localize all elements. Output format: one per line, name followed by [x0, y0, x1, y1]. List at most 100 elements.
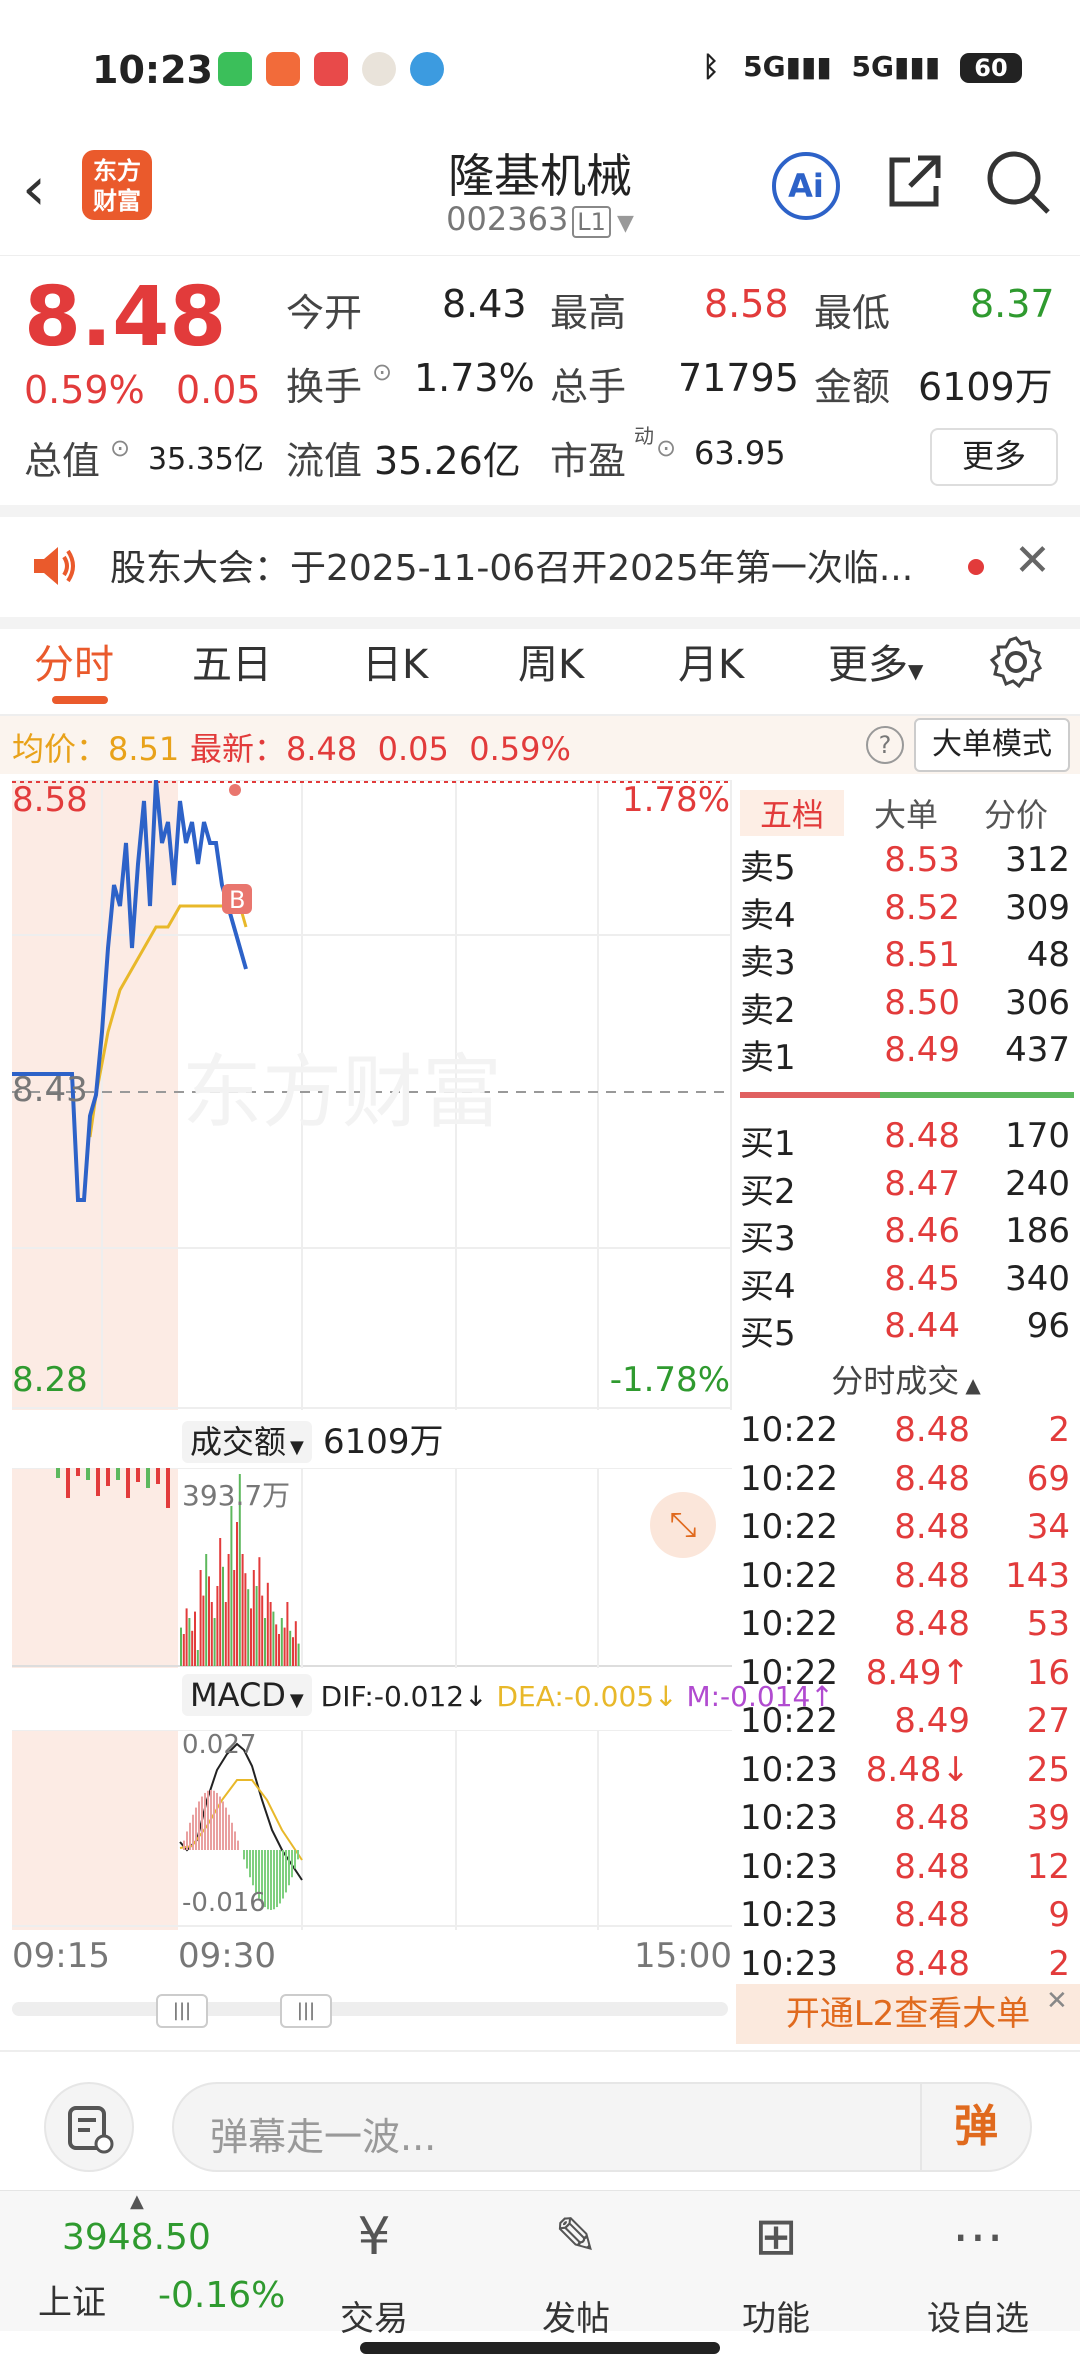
tab-daily[interactable]: 日K	[362, 632, 428, 690]
volume-bar	[297, 1643, 300, 1666]
tab-intraday[interactable]: 分时	[34, 632, 114, 690]
avg-price-bar: 均价：8.51 最新：8.48 0.05 0.59% ? 大单模式	[0, 716, 1080, 774]
bid-row[interactable]: 买3 8.46 186	[736, 1211, 1070, 1259]
time-label-close: 15:00	[634, 1936, 732, 1976]
danmu-input[interactable]: 弹幕走一波... 弹	[172, 2082, 1032, 2172]
trade-volume: 27	[1026, 1701, 1070, 1741]
browser-icon	[410, 52, 444, 86]
low-label: 最低	[814, 291, 891, 335]
bid-row[interactable]: 买4 8.45 340	[736, 1259, 1070, 1307]
home-indicator[interactable]	[360, 2342, 720, 2354]
macd-bar	[225, 1807, 227, 1850]
tab-trade[interactable]: 交易	[304, 2291, 444, 2340]
bid-row[interactable]: 买1 8.48 170	[736, 1116, 1070, 1164]
expand-icon[interactable]: ⤡	[650, 1492, 716, 1558]
index-pct[interactable]: -0.16%	[158, 2275, 285, 2316]
volume-selector[interactable]: 成交额 ▼ 6109万	[182, 1414, 443, 1463]
macd-bar	[267, 1850, 269, 1910]
tab-add-watchlist[interactable]: 设自选	[908, 2291, 1048, 2340]
info-icon[interactable]: ⊙	[110, 434, 130, 462]
volume-bar	[106, 1468, 110, 1486]
macd-bar	[282, 1850, 284, 1899]
macd-bar	[246, 1850, 248, 1869]
announcement-bar[interactable]: 股东大会：于2025-11-06召开2025年第一次临... ✕	[0, 505, 1080, 629]
trade-volume: 25	[1026, 1749, 1070, 1790]
ask-row[interactable]: 卖5 8.53 312	[736, 840, 1070, 888]
info-icon[interactable]: ⊙	[372, 358, 392, 386]
trade-price: 8.48	[894, 1846, 970, 1887]
post-icon[interactable]: ✎	[506, 2207, 646, 2267]
danmu-send-button[interactable]: 弹	[920, 2084, 1030, 2170]
volume-bar	[196, 1650, 199, 1666]
danmu-bar: 弹幕走一波... 弹	[0, 2050, 1080, 2184]
volume-bar	[252, 1570, 255, 1666]
macd-dif: DIF:-0.012↓	[320, 1680, 488, 1713]
volume-bars	[12, 1468, 732, 1668]
ask-row[interactable]: 卖4 8.52 309	[736, 888, 1070, 936]
volume-bar	[136, 1468, 140, 1482]
buy-marker-text: B	[229, 886, 245, 914]
volume-bar	[146, 1468, 150, 1488]
bid-row[interactable]: 买2 8.47 240	[736, 1164, 1070, 1212]
volume-bar	[156, 1468, 160, 1484]
trade-icon[interactable]: ¥	[304, 2207, 444, 2267]
tab-price-dist[interactable]: 分价	[984, 790, 1048, 836]
macd-bar	[216, 1792, 218, 1850]
big-order-mode-button[interactable]: 大单模式	[914, 718, 1070, 772]
volume-bar	[96, 1468, 100, 1496]
volume-bar	[66, 1468, 70, 1498]
trade-price: 8.48	[894, 1895, 970, 1935]
macd-selector[interactable]: MACD ▼	[182, 1674, 312, 1716]
y-mid-label: 8.43	[12, 1070, 88, 1110]
search-icon[interactable]	[984, 148, 1054, 218]
danmu-settings-icon[interactable]	[44, 2082, 134, 2172]
trade-volume: 12	[1026, 1846, 1070, 1887]
scroll-handle-left[interactable]: |||	[156, 1994, 208, 2028]
volume-bar	[185, 1608, 188, 1666]
chart-scrollbar[interactable]	[12, 2002, 728, 2016]
volume-bar	[261, 1595, 264, 1666]
volume-bar	[126, 1468, 130, 1498]
open-l2-button[interactable]: 开通L2查看大单	[736, 1984, 1080, 2044]
tab-big-orders[interactable]: 大单	[874, 790, 938, 836]
tab-more[interactable]: 更多▼	[828, 632, 923, 690]
bid-row[interactable]: 买5 8.44 96	[736, 1306, 1070, 1354]
more-dots-icon[interactable]: ⋯	[908, 2207, 1048, 2267]
index-value[interactable]: 3948.50	[62, 2217, 211, 2258]
share-icon[interactable]	[882, 150, 946, 214]
scroll-handle-right[interactable]: |||	[280, 1994, 332, 2028]
ai-assistant-button[interactable]: Ai	[772, 152, 840, 220]
tab-5day[interactable]: 五日	[192, 632, 272, 690]
index-name[interactable]: 上证	[38, 2275, 106, 2324]
trades-title[interactable]: 分时成交 ▲	[736, 1356, 1076, 1402]
macd-selector-label: MACD	[190, 1676, 286, 1714]
macd-bar	[183, 1840, 185, 1850]
close-icon[interactable]: ✕	[1014, 535, 1051, 586]
tab-weekly[interactable]: 周K	[518, 632, 584, 690]
info-icon[interactable]: ⊙	[656, 434, 676, 462]
tab-functions[interactable]: 功能	[706, 2291, 846, 2340]
ask-row[interactable]: 卖3 8.51 48	[736, 935, 1070, 983]
gear-icon[interactable]	[988, 634, 1044, 690]
bid-label: 买3	[740, 1219, 796, 1259]
trade-time: 10:23	[740, 1895, 838, 1935]
trade-price: 8.49↑	[865, 1652, 970, 1693]
trade-time: 10:23	[740, 1943, 838, 1984]
ask-volume: 309	[1005, 887, 1070, 928]
functions-icon[interactable]: ⊞	[706, 2207, 846, 2267]
trade-volume: 143	[1005, 1555, 1070, 1596]
tab-post[interactable]: 发帖	[506, 2291, 646, 2340]
help-icon[interactable]: ?	[866, 726, 904, 764]
tab-monthly[interactable]: 月K	[678, 632, 744, 690]
volume-bar	[236, 1522, 238, 1666]
intraday-chart[interactable]: 东方财富 B 8.58 1.78% 8.43 8.28 -1.78%	[12, 779, 732, 1410]
ask-row[interactable]: 卖1 8.49 437	[736, 1030, 1070, 1078]
close-icon[interactable]: ✕	[1046, 1986, 1068, 2016]
tab-five-levels[interactable]: 五档	[740, 790, 845, 836]
trade-time: 10:22	[740, 1507, 838, 1547]
volume-bar	[199, 1570, 202, 1666]
volume-bar	[188, 1618, 191, 1666]
bid-volume: 186	[1005, 1211, 1070, 1251]
ask-row[interactable]: 卖2 8.50 306	[736, 983, 1070, 1031]
more-button[interactable]: 更多	[930, 428, 1058, 486]
